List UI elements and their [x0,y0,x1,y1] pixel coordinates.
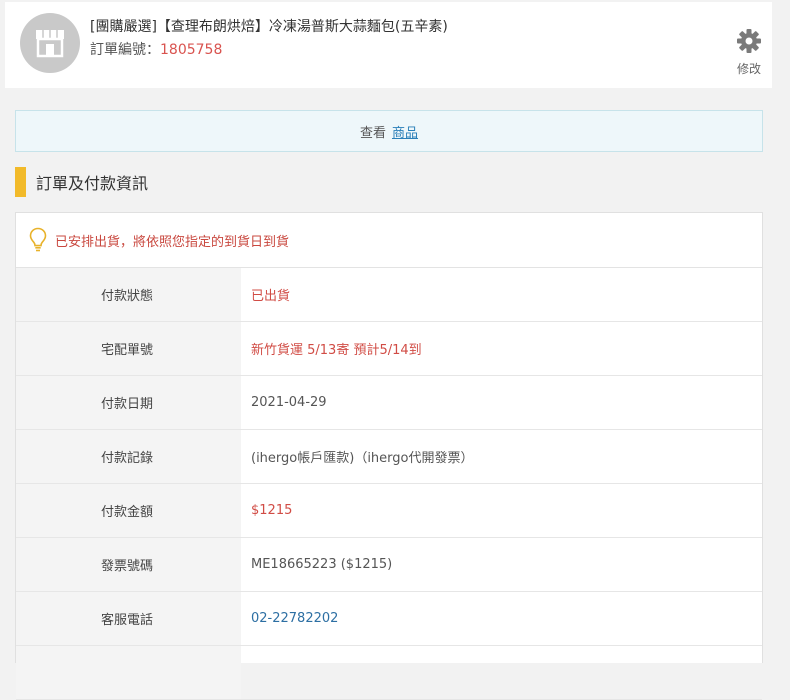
customer-service-phone-link[interactable]: 02-22782202 [241,592,762,645]
order-title: [團購嚴選]【查理布朗烘焙】冷凍湯普斯大蒜麵包(五辛素) [90,19,448,35]
section-accent-bar [15,167,26,197]
payment-status-row: 付款狀態 已出貨 [16,268,762,322]
order-number-label: 訂單編號： [90,42,160,58]
next-row-partial [16,646,762,700]
row-label: 客服電話 [16,592,241,645]
gear-icon [737,29,761,53]
payment-amount-row: 付款金額 $1215 [16,484,762,538]
row-label: 宅配單號 [16,322,241,375]
invoice-number-value: ME18665223 ($1215) [251,557,393,572]
payment-date-row: 付款日期 2021-04-29 [16,376,762,430]
view-product-banner: 查看 商品 [15,110,763,152]
edit-label: 修改 [736,62,761,76]
row-label: 付款金額 [16,484,241,537]
shop-avatar [20,13,80,73]
section-title: 訂單及付款資訊 [36,174,149,193]
shipping-notice: 已安排出貨，將依照您指定的到貨日到貨 [16,213,762,268]
order-number-value: 1805758 [160,42,223,58]
row-label-empty [16,646,241,699]
row-label: 付款日期 [16,376,241,429]
section-heading: 訂單及付款資訊 [15,167,148,197]
payment-record-value: (ihergo帳戶匯款)（ihergo代開發票） [251,451,474,466]
product-link[interactable]: 商品 [392,122,418,141]
customer-service-phone-row: 客服電話 02-22782202 [16,592,762,646]
row-label: 付款狀態 [16,268,241,321]
view-prefix: 查看 [359,125,386,141]
row-label: 付款記錄 [16,430,241,483]
storefront-icon [36,30,64,58]
order-info-card: 已安排出貨，將依照您指定的到貨日到貨 付款狀態 已出貨 宅配單號 新竹貨運 5/… [15,212,763,700]
invoice-number-row: 發票號碼 ME18665223 ($1215) [16,538,762,592]
payment-date-value: 2021-04-29 [251,395,327,410]
order-header-card: [團購嚴選]【查理布朗烘焙】冷凍湯普斯大蒜麵包(五辛素) 訂單編號：180575… [5,2,772,88]
edit-button[interactable]: 修改 [731,28,767,80]
lightbulb-icon [29,227,47,252]
tracking-number-row: 宅配單號 新竹貨運 5/13寄 預計5/14到 [16,322,762,376]
payment-amount-value: $1215 [251,503,293,518]
order-number-row: 訂單編號：1805758 [90,39,222,59]
tracking-number-value: 新竹貨運 5/13寄 預計5/14到 [251,343,422,358]
row-label: 發票號碼 [16,538,241,591]
payment-status-value: 已出貨 [251,289,291,304]
row-value-empty [241,646,762,699]
payment-record-row: 付款記錄 (ihergo帳戶匯款)（ihergo代開發票） [16,430,762,484]
notice-text: 已安排出貨，將依照您指定的到貨日到貨 [55,234,290,250]
